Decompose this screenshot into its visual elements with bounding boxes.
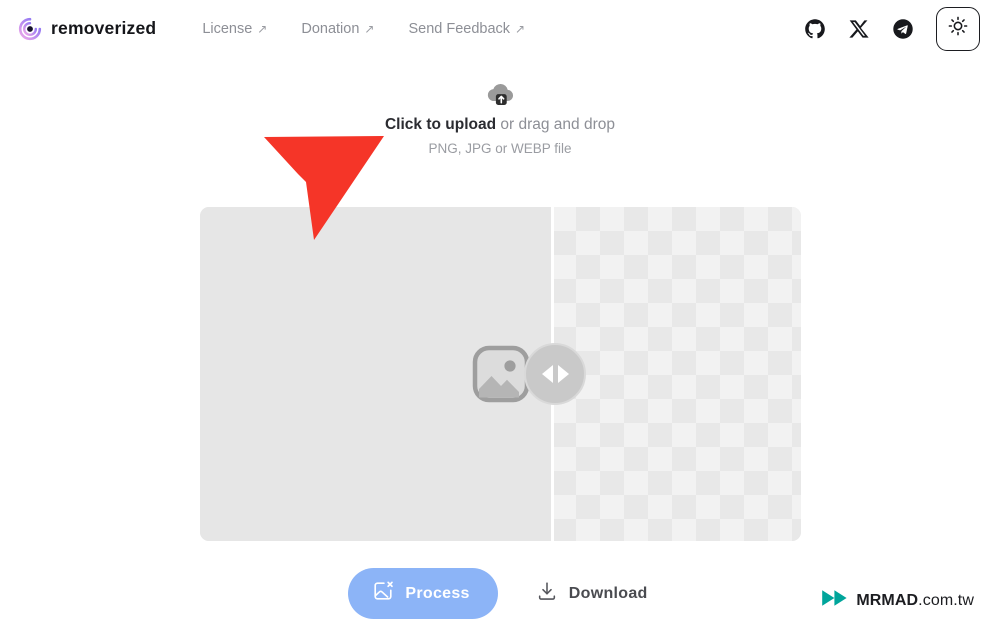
upload-hint-text: or drag and drop	[496, 116, 615, 133]
external-link-icon: ↗	[257, 21, 268, 36]
transparent-result-panel	[552, 207, 801, 541]
x-twitter-icon[interactable]	[848, 18, 870, 40]
mrmad-name: MRMAD	[856, 591, 919, 609]
cloud-upload-icon	[485, 80, 515, 108]
image-compare-preview[interactable]	[200, 207, 801, 541]
nav-link-donation[interactable]: Donation ↗	[301, 21, 374, 37]
nav-link-send-feedback[interactable]: Send Feedback ↗	[408, 21, 525, 37]
upload-supported-formats: PNG, JPG or WEBP file	[428, 141, 572, 156]
download-icon	[536, 580, 558, 607]
theme-toggle-button[interactable]	[936, 6, 980, 51]
upload-action-text: Click to upload	[384, 116, 497, 133]
image-remove-icon	[372, 580, 394, 607]
upload-instruction: Click to upload or drag and drop	[385, 116, 615, 134]
external-link-icon: ↗	[515, 21, 526, 36]
download-button-label: Download	[568, 584, 648, 602]
social-links	[804, 18, 914, 40]
mrmad-watermark: MRMAD.com.tw	[821, 588, 974, 613]
sun-icon	[947, 15, 969, 42]
main-nav: License ↗ Donation ↗ Send Feedback ↗	[202, 21, 525, 37]
app-header: removerized License ↗ Donation ↗ Send Fe…	[0, 0, 1000, 57]
compare-slider-group	[472, 343, 587, 405]
nav-link-license-label: License	[202, 20, 253, 37]
nav-link-license[interactable]: License ↗	[202, 21, 267, 37]
mrmad-logo-icon	[821, 588, 848, 613]
download-button[interactable]: Download	[532, 568, 652, 619]
upload-dropzone[interactable]: Click to upload or drag and drop PNG, JP…	[0, 80, 1000, 156]
telegram-icon[interactable]	[892, 18, 914, 40]
nav-link-send-feedback-label: Send Feedback	[408, 20, 511, 37]
process-button[interactable]: Process	[348, 568, 498, 619]
chevron-right-icon	[557, 365, 569, 383]
github-icon[interactable]	[804, 18, 826, 40]
external-link-icon: ↗	[364, 21, 375, 36]
brand[interactable]: removerized	[18, 17, 156, 41]
image-placeholder-icon	[472, 345, 530, 403]
nav-link-donation-label: Donation	[301, 20, 360, 37]
mrmad-domain: .com.tw	[918, 591, 974, 609]
removerized-swirl-logo-icon	[18, 17, 42, 41]
process-button-label: Process	[405, 584, 470, 602]
chevron-left-icon	[541, 365, 553, 383]
brand-name: removerized	[51, 18, 157, 38]
compare-slider-handle[interactable]	[524, 343, 586, 405]
mrmad-watermark-text: MRMAD.com.tw	[856, 592, 974, 610]
